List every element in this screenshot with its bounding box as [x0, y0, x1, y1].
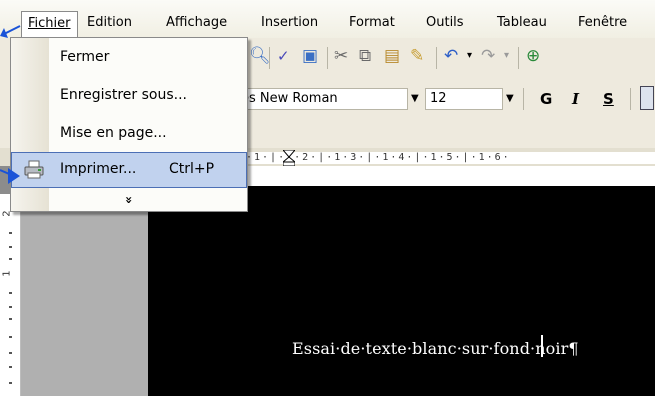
document-text[interactable]: Essai·de·texte·blanc·sur·fond·noir¶ — [292, 339, 579, 358]
menu-fichier-label: Fichier — [28, 16, 71, 31]
indent-marker-icon[interactable] — [283, 150, 295, 166]
format-painter-icon[interactable]: ✎ — [410, 45, 424, 67]
italic-button[interactable]: I — [572, 88, 579, 110]
vertical-ruler-number: 1 — [1, 270, 13, 277]
printer-icon — [24, 160, 44, 179]
menu-insertion[interactable]: Insertion — [261, 13, 318, 33]
vertical-ruler-tick — [9, 292, 12, 294]
font-size-field[interactable]: 12 — [425, 88, 503, 110]
menu-item-label: Enregistrer sous... — [60, 87, 187, 103]
font-name-field[interactable]: es New Roman — [236, 88, 408, 110]
document-page[interactable] — [148, 186, 655, 396]
toolbar-separator — [518, 47, 519, 69]
toolbar-separator — [523, 88, 524, 110]
toolbar-separator — [630, 88, 631, 110]
menu-expand-button[interactable]: » — [11, 190, 247, 210]
font-name-dropdown-icon[interactable]: ▼ — [411, 88, 419, 110]
menu-fichier[interactable]: Fichier — [21, 11, 78, 38]
menu-fenetre[interactable]: Fenêtre — [578, 13, 627, 33]
align-left-button[interactable] — [640, 86, 654, 110]
menu-item-shortcut: Ctrl+P — [169, 161, 215, 177]
underline-button[interactable]: S — [603, 88, 614, 110]
vertical-ruler-tick — [9, 306, 12, 308]
toolbar-separator — [436, 47, 437, 69]
font-name-value: es New Roman — [241, 91, 338, 106]
toolbar-separator — [269, 47, 270, 69]
vertical-ruler-tick — [9, 318, 12, 320]
menu-format[interactable]: Format — [349, 13, 395, 33]
copy-icon[interactable]: ⧉ — [359, 45, 371, 67]
menu-tableau[interactable]: Tableau — [497, 13, 547, 33]
research-icon[interactable]: ▣ — [302, 45, 318, 67]
toolbar-separator — [327, 47, 328, 69]
redo-dropdown-icon[interactable]: ▾ — [504, 45, 509, 67]
print-preview-icon[interactable]: 🔍︎ — [249, 45, 271, 67]
paste-icon[interactable]: ▤ — [384, 45, 400, 67]
file-menu-dropdown: Fermer Enregistrer sous... Mise en page.… — [10, 37, 248, 212]
chevron-double-down-icon: » — [121, 196, 136, 204]
menu-item-fermer[interactable]: Fermer — [11, 40, 247, 76]
cut-icon[interactable]: ✂ — [334, 45, 348, 67]
menu-item-mise-en-page[interactable]: Mise en page... — [11, 116, 247, 152]
vertical-ruler-tick — [9, 336, 12, 338]
menu-item-imprimer[interactable]: Imprimer... Ctrl+P — [11, 152, 247, 188]
vertical-ruler-tick — [9, 232, 12, 234]
pointer-arrow-icon — [0, 168, 20, 184]
hyperlink-icon[interactable]: ⊕ — [526, 45, 540, 67]
menu-item-label: Imprimer... — [60, 161, 137, 177]
menu-item-label: Fermer — [60, 49, 110, 65]
vertical-ruler-tick — [9, 366, 12, 368]
menu-affichage[interactable]: Affichage — [166, 13, 227, 33]
menu-outils[interactable]: Outils — [426, 13, 464, 33]
menu-item-enregistrer-sous[interactable]: Enregistrer sous... — [11, 78, 247, 114]
font-size-dropdown-icon[interactable]: ▼ — [506, 88, 514, 110]
menu-bar: Fichier Edition Affichage Insertion Form… — [0, 0, 655, 38]
redo-icon[interactable]: ↷ — [481, 45, 495, 67]
undo-icon[interactable]: ↶ — [444, 45, 458, 67]
vertical-ruler-tick — [9, 352, 12, 354]
vertical-ruler-tick — [9, 258, 12, 260]
undo-dropdown-icon[interactable]: ▾ — [467, 45, 472, 67]
bold-button[interactable]: G — [540, 88, 552, 110]
menu-edition[interactable]: Edition — [87, 13, 132, 33]
text-cursor — [541, 335, 543, 357]
pointer-arrow-icon — [0, 25, 21, 38]
spelling-icon[interactable]: ✓ — [277, 45, 290, 67]
menu-item-label: Mise en page... — [60, 125, 167, 141]
font-size-value: 12 — [430, 91, 447, 106]
vertical-ruler-tick — [9, 382, 12, 384]
vertical-ruler-tick — [9, 246, 12, 248]
